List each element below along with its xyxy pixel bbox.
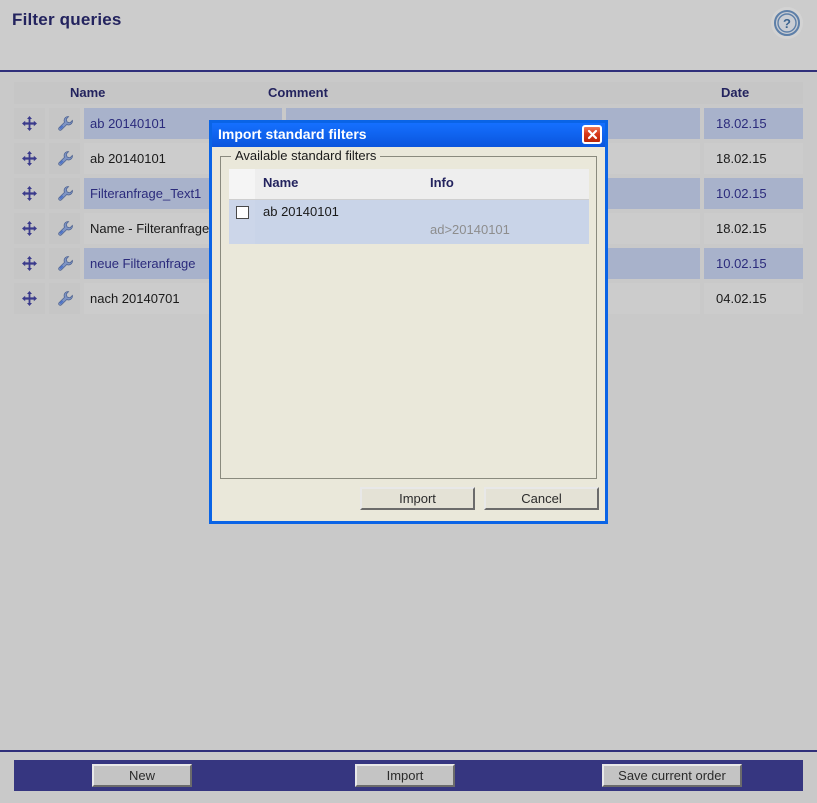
move-handle-icon[interactable]: [14, 143, 45, 174]
row-date: 18.02.15: [704, 108, 803, 139]
column-header-name: Name: [70, 85, 106, 100]
available-filters-table: Name Info ab 20140101 ad>20140101: [229, 169, 589, 244]
wrench-icon[interactable]: [49, 178, 80, 209]
wrench-icon[interactable]: [49, 283, 80, 314]
wrench-icon[interactable]: [49, 143, 80, 174]
import-button[interactable]: Import: [355, 764, 455, 787]
move-handle-icon[interactable]: [14, 248, 45, 279]
close-x-icon[interactable]: [582, 125, 602, 144]
move-handle-icon[interactable]: [14, 283, 45, 314]
dialog-column-header-info: Info: [430, 175, 454, 190]
new-button[interactable]: New: [92, 764, 192, 787]
row-date: 18.02.15: [704, 143, 803, 174]
checkbox-column-spacer: [229, 169, 255, 199]
row-date: 10.02.15: [704, 178, 803, 209]
dialog-column-header-name: Name: [263, 175, 299, 190]
table-header-row: Name Comment Date: [14, 82, 803, 104]
move-handle-icon[interactable]: [14, 178, 45, 209]
dialog-import-button[interactable]: Import: [360, 487, 475, 510]
available-filters-header-row: Name Info: [229, 169, 589, 200]
page-title: Filter queries: [12, 10, 122, 29]
column-header-date: Date: [721, 85, 750, 100]
row-checkbox-cell[interactable]: [229, 200, 255, 244]
row-date: 04.02.15: [704, 283, 803, 314]
svg-text:?: ?: [783, 16, 791, 31]
bottom-action-bar: New Import Save current order: [14, 760, 803, 791]
import-standard-filters-dialog: Import standard filters Available standa…: [209, 120, 608, 524]
filter-checkbox[interactable]: [235, 206, 249, 219]
help-circle-icon[interactable]: ?: [771, 7, 803, 39]
page-header: Filter queries ?: [0, 0, 817, 72]
column-header-comment: Comment: [268, 85, 328, 100]
available-standard-filters-fieldset: Available standard filters Name Info ab …: [220, 148, 597, 479]
available-filters-body: ab 20140101 ad>20140101: [229, 200, 589, 244]
move-handle-icon[interactable]: [14, 213, 45, 244]
dialog-row-info: ad>20140101: [430, 222, 510, 237]
wrench-icon[interactable]: [49, 248, 80, 279]
bottom-bar-divider: [0, 750, 817, 752]
dialog-title: Import standard filters: [218, 126, 367, 142]
fieldset-legend: Available standard filters: [231, 148, 381, 163]
wrench-icon[interactable]: [49, 213, 80, 244]
dialog-cancel-button[interactable]: Cancel: [484, 487, 599, 510]
dialog-title-bar[interactable]: Import standard filters: [212, 123, 605, 147]
wrench-icon[interactable]: [49, 108, 80, 139]
row-date: 18.02.15: [704, 213, 803, 244]
save-current-order-button[interactable]: Save current order: [602, 764, 742, 787]
move-handle-icon[interactable]: [14, 108, 45, 139]
dialog-table-row[interactable]: ab 20140101 ad>20140101: [229, 200, 589, 244]
row-date: 10.02.15: [704, 248, 803, 279]
dialog-row-name: ab 20140101: [263, 204, 339, 219]
